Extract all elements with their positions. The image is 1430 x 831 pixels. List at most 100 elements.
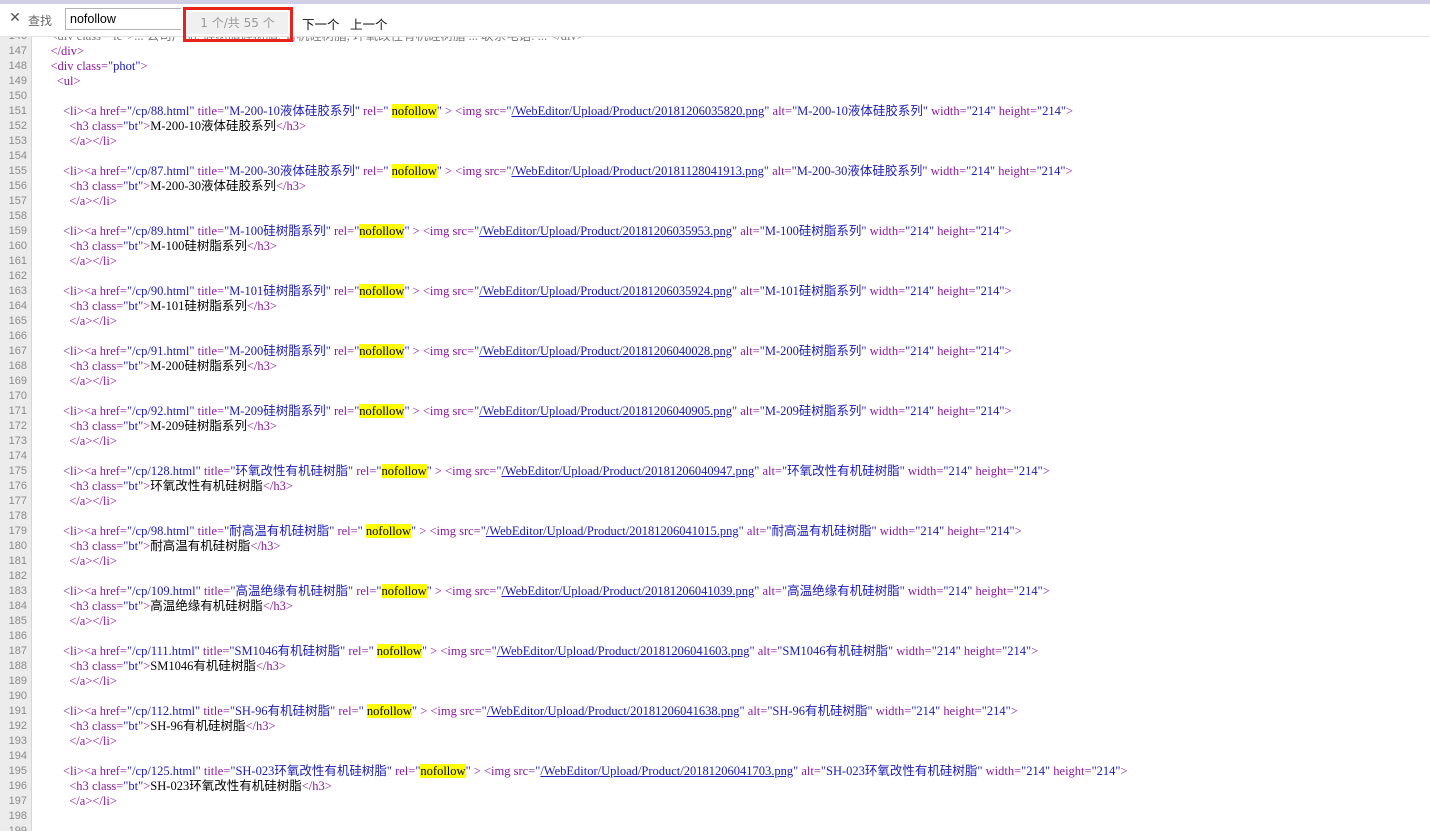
code-token: "高温绝缘有机硅树脂" bbox=[782, 584, 908, 598]
code-token: height= bbox=[998, 104, 1038, 118]
code-text: <h3 class="bt">M-200-10液体硅胶系列</h3> bbox=[38, 119, 306, 134]
line-number: 162 bbox=[8, 270, 27, 282]
code-token: "214" bbox=[943, 464, 976, 478]
code-token: width= bbox=[869, 284, 906, 298]
source-link[interactable]: /WebEditor/Upload/Product/20181206041703… bbox=[540, 764, 793, 778]
code-line: 166 bbox=[0, 329, 1430, 344]
code-token: src= bbox=[452, 344, 475, 358]
code-token: "M-209硅树脂系列" bbox=[224, 404, 334, 418]
code-token: <li><a bbox=[38, 644, 100, 658]
code-token: alt= bbox=[772, 104, 793, 118]
code-token: <h3 bbox=[38, 239, 92, 253]
code-token: "高温绝缘有机硅树脂" bbox=[230, 584, 357, 598]
code-token: > bbox=[1004, 344, 1012, 358]
code-token: </a></li> bbox=[38, 674, 117, 688]
source-link[interactable]: /WebEditor/Upload/Product/20181206035924… bbox=[479, 284, 732, 298]
code-token: href= bbox=[99, 344, 127, 358]
line-number: 152 bbox=[8, 120, 27, 132]
code-token: " bbox=[465, 764, 474, 778]
line-number: 175 bbox=[8, 465, 27, 477]
code-token: "214" bbox=[905, 224, 938, 238]
code-line: 151 <li><a href="/cp/88.html" title="M-2… bbox=[0, 104, 1430, 119]
code-token: "SH-96有机硅树脂" bbox=[229, 704, 339, 718]
code-token: class= bbox=[91, 419, 124, 433]
code-token: > <img bbox=[412, 344, 453, 358]
source-link[interactable]: /WebEditor/Upload/Product/20181206040905… bbox=[479, 404, 732, 418]
code-token: width= bbox=[985, 764, 1022, 778]
code-text: <li><a href="/cp/128.html" title="环氧改性有机… bbox=[38, 464, 1050, 479]
code-token: "214" bbox=[1002, 644, 1032, 658]
code-token: "M-100硅树脂系列" bbox=[224, 224, 334, 238]
code-text: <li><a href="/cp/92.html" title="M-209硅树… bbox=[38, 404, 1012, 419]
code-token: > <img bbox=[419, 524, 460, 538]
previous-match-button[interactable]: 上一个 bbox=[350, 14, 388, 33]
code-text: <ul> bbox=[38, 74, 81, 89]
code-token: class= bbox=[91, 779, 124, 793]
code-token: href= bbox=[99, 644, 127, 658]
code-token: "/cp/90.html" bbox=[126, 284, 198, 298]
code-token: title= bbox=[203, 764, 231, 778]
line-number: 194 bbox=[8, 750, 27, 762]
line-number: 198 bbox=[8, 810, 27, 822]
line-number: 150 bbox=[8, 90, 27, 102]
code-token: class= bbox=[91, 599, 124, 613]
code-token: alt= bbox=[740, 344, 760, 358]
line-number: 166 bbox=[8, 330, 27, 342]
code-token: " bbox=[436, 104, 445, 118]
source-link[interactable]: /WebEditor/Upload/Product/20181206041638… bbox=[487, 704, 740, 718]
source-link[interactable]: /WebEditor/Upload/Product/20181206040947… bbox=[501, 464, 754, 478]
code-token: "214" bbox=[975, 344, 1005, 358]
source-link[interactable]: /WebEditor/Upload/Product/20181206040028… bbox=[479, 344, 732, 358]
code-token: href= bbox=[99, 164, 127, 178]
code-token: src= bbox=[474, 464, 497, 478]
code-token: "bt" bbox=[123, 599, 144, 613]
close-icon[interactable]: ✕ bbox=[7, 10, 23, 26]
code-token: "bt" bbox=[123, 479, 144, 493]
code-token: > bbox=[1004, 284, 1012, 298]
source-link[interactable]: /WebEditor/Upload/Product/20181206041015… bbox=[486, 524, 739, 538]
line-number: 179 bbox=[8, 525, 27, 537]
code-token: </h3> bbox=[301, 779, 332, 793]
source-link[interactable]: /WebEditor/Upload/Product/20181206041039… bbox=[501, 584, 754, 598]
code-token: > bbox=[1010, 704, 1018, 718]
code-token: </a></li> bbox=[38, 194, 117, 208]
code-token: "M-200-10液体硅胶系列" bbox=[224, 104, 364, 118]
line-number: 161 bbox=[8, 255, 27, 267]
source-link[interactable]: /WebEditor/Upload/Product/20181206035953… bbox=[479, 224, 732, 238]
code-token: " bbox=[376, 584, 382, 598]
code-text: <h3 class="bt">SH-023环氧改性有机硅树脂</h3> bbox=[38, 779, 332, 794]
code-token: title= bbox=[197, 164, 225, 178]
code-line: 186 bbox=[0, 629, 1430, 644]
code-line: 180 <h3 class="bt">耐高温有机硅树脂</h3> bbox=[0, 539, 1430, 554]
line-number: 156 bbox=[8, 180, 27, 192]
source-link[interactable]: /WebEditor/Upload/Product/20181206035820… bbox=[512, 104, 765, 118]
code-token: </a></li> bbox=[38, 134, 117, 148]
code-line: 170 bbox=[0, 389, 1430, 404]
code-token: rel= bbox=[356, 584, 377, 598]
code-text: </a></li> bbox=[38, 734, 117, 749]
code-token: height= bbox=[937, 344, 976, 358]
find-input[interactable] bbox=[65, 8, 181, 30]
source-link[interactable]: /WebEditor/Upload/Product/20181206041603… bbox=[497, 644, 750, 658]
line-number: 177 bbox=[8, 495, 27, 507]
find-bar: ✕ 查找 1 个/共 55 个 下一个 上一个 bbox=[0, 0, 1430, 42]
source-code-view[interactable]: 146 <div class="ic">... 公司产品, 硅树脂硅树脂, 有机… bbox=[0, 29, 1430, 831]
code-line: 168 <h3 class="bt">M-200硅树脂系列</h3> bbox=[0, 359, 1430, 374]
code-text: </a></li> bbox=[38, 794, 117, 809]
code-token: <li><a bbox=[38, 164, 100, 178]
search-match-highlight: nofollow bbox=[381, 464, 427, 478]
code-line: 196 <h3 class="bt">SH-023环氧改性有机硅树脂</h3> bbox=[0, 779, 1430, 794]
code-token: </h3> bbox=[246, 239, 277, 253]
line-number: 158 bbox=[8, 210, 27, 222]
code-token: "214" bbox=[1036, 164, 1066, 178]
code-line: 190 bbox=[0, 689, 1430, 704]
next-match-button[interactable]: 下一个 bbox=[302, 14, 340, 33]
code-token: "SH-96有机硅树脂" bbox=[767, 704, 876, 718]
code-token: href= bbox=[99, 764, 127, 778]
code-token: > bbox=[1042, 464, 1050, 478]
code-token: height= bbox=[947, 524, 986, 538]
code-token: <h3 bbox=[38, 359, 92, 373]
source-link[interactable]: /WebEditor/Upload/Product/20181128041913… bbox=[512, 164, 764, 178]
code-line: 173 </a></li> bbox=[0, 434, 1430, 449]
line-number: 169 bbox=[8, 375, 27, 387]
